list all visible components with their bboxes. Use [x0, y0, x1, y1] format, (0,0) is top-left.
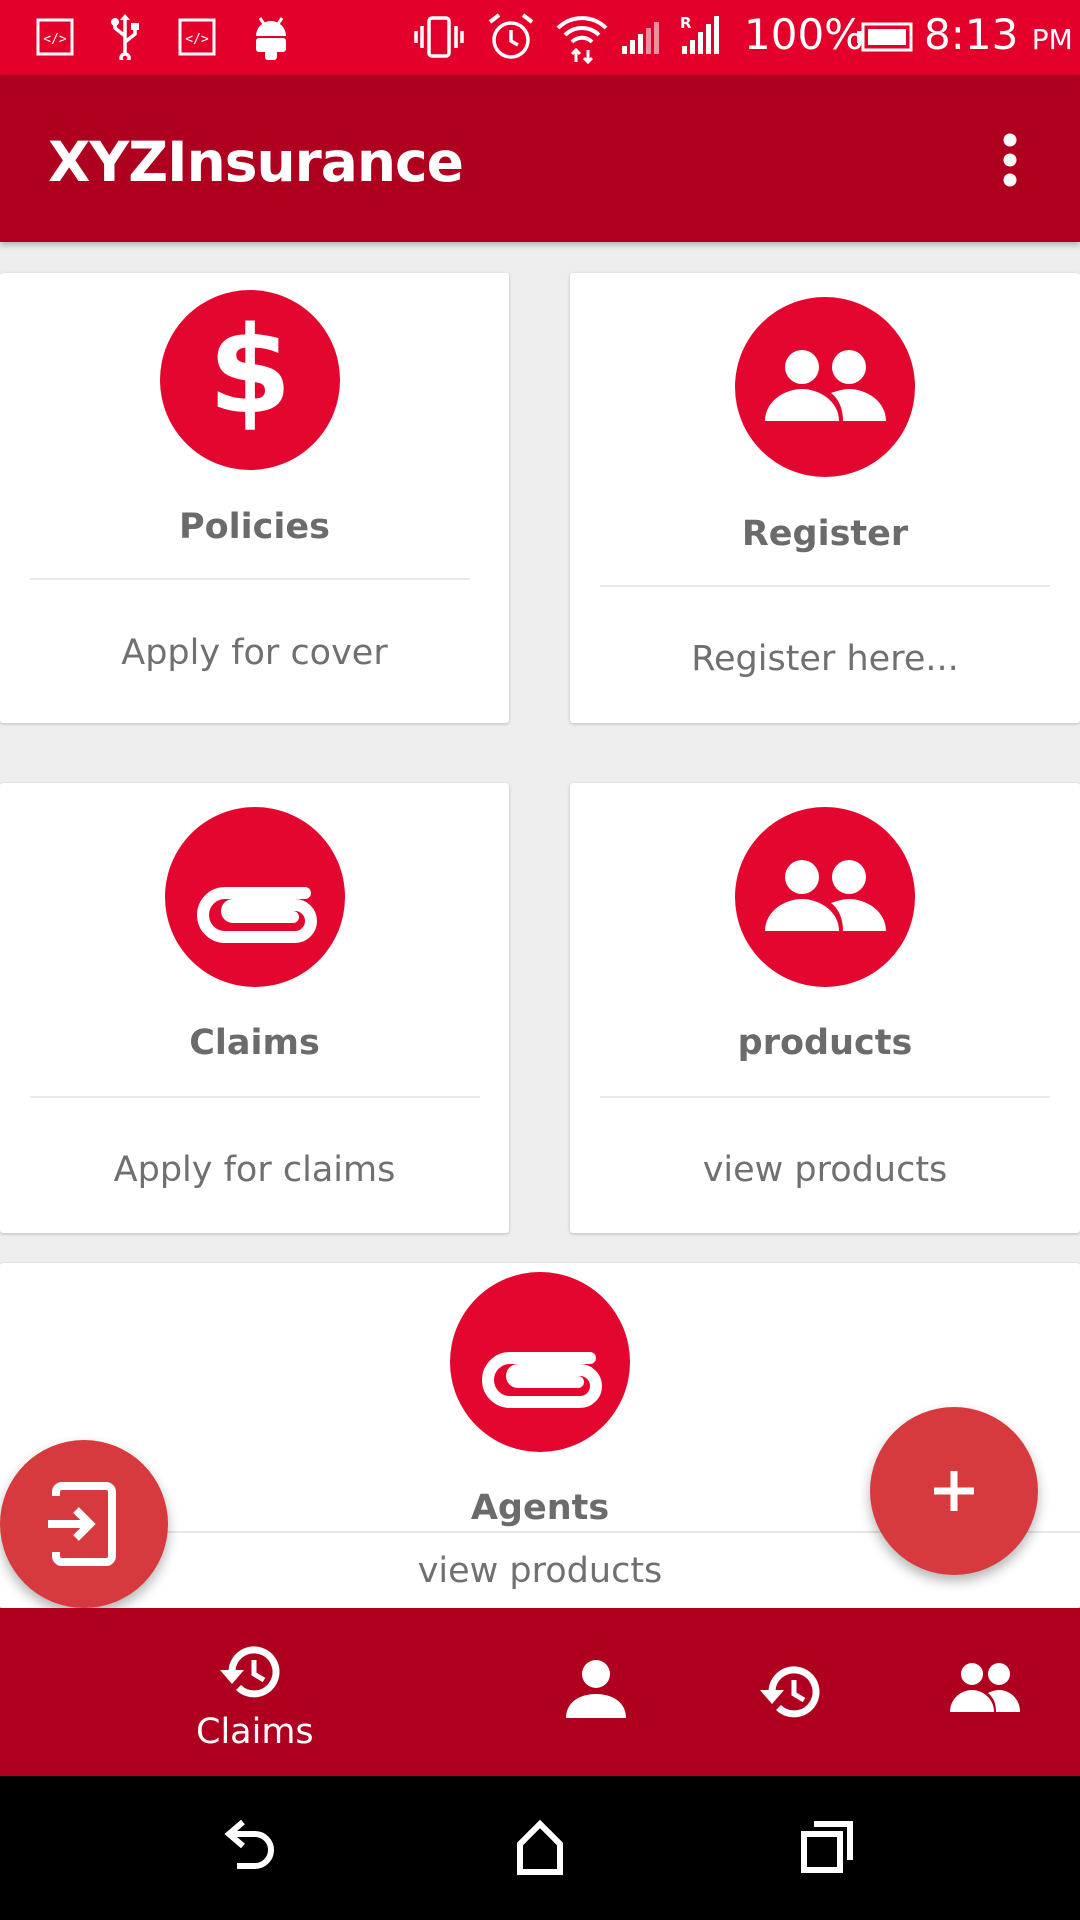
recents-icon [801, 1821, 853, 1873]
svg-text:</>: </> [43, 32, 67, 47]
system-nav-bar [0, 1776, 1080, 1920]
usb-icon [111, 14, 139, 60]
clock-time: 8:13 [924, 10, 1019, 59]
status-bar: </> </> R 100% 8:13 PM [0, 0, 1080, 75]
dollar-icon: $ [208, 302, 292, 441]
clock-ampm: PM [1031, 23, 1073, 56]
nav-item-history[interactable] [730, 1608, 850, 1776]
people-icon [765, 350, 886, 421]
back-icon [224, 1819, 274, 1869]
policies-card[interactable]: $ Policies Apply for cover [0, 273, 509, 723]
developer-mode-icon: </> [178, 18, 216, 56]
agents-icon-circle [450, 1272, 630, 1452]
card-title: Policies [178, 507, 330, 547]
exit-to-app-icon [48, 1482, 116, 1566]
person-icon [566, 1660, 626, 1718]
screen: </> </> R 100% 8:13 PM XYZInsurance $ Po… [0, 0, 1080, 1920]
paperclip-icon [197, 887, 317, 943]
more-vert-icon[interactable] [990, 130, 1030, 190]
signal-icon [622, 22, 659, 54]
svg-text:$: $ [208, 302, 292, 441]
add-icon [934, 1471, 974, 1511]
alarm-icon [488, 13, 534, 59]
register-icon-circle [735, 297, 915, 477]
app-title: XYZInsurance [48, 130, 464, 194]
card-subtitle: Register here... [691, 639, 959, 679]
card-subtitle: Apply for claims [113, 1150, 396, 1190]
card-title: Claims [189, 1023, 320, 1063]
back-button[interactable] [193, 1776, 313, 1920]
nav-label: Claims [196, 1712, 314, 1752]
policies-icon-circle: $ [160, 290, 340, 470]
card-title: Register [741, 514, 909, 554]
register-card[interactable]: Register Register here... [570, 273, 1080, 723]
products-card[interactable]: products view products [570, 783, 1080, 1233]
home-icon [517, 1819, 563, 1875]
card-subtitle: view products [702, 1150, 948, 1190]
app-bar: XYZInsurance [0, 75, 1080, 242]
home-button[interactable] [480, 1776, 600, 1920]
add-fab[interactable] [870, 1407, 1038, 1575]
battery-icon [857, 22, 913, 52]
clock: 8:13 PM [924, 10, 1073, 59]
history-icon [220, 1646, 280, 1698]
vibrate-icon [414, 16, 464, 58]
people-icon [950, 1663, 1020, 1712]
signal-roaming-icon: R [680, 14, 719, 54]
android-icon [256, 17, 286, 60]
history-icon [760, 1666, 820, 1718]
battery-percentage: 100% [744, 10, 865, 59]
card-title: products [737, 1023, 913, 1063]
claims-card[interactable]: Claims Apply for claims [0, 783, 509, 1233]
paperclip-icon [482, 1352, 602, 1408]
recents-button[interactable] [768, 1776, 888, 1920]
card-divider [600, 585, 1050, 587]
card-subtitle: Apply for cover [121, 633, 388, 673]
card-divider [30, 1096, 480, 1098]
bottom-nav: Claims [0, 1608, 1080, 1776]
people-icon [765, 860, 886, 931]
products-icon-circle [735, 807, 915, 987]
card-divider [600, 1096, 1050, 1098]
claims-icon-circle [165, 807, 345, 987]
card-divider [30, 578, 470, 580]
svg-text:</>: </> [185, 32, 209, 47]
wifi-icon [556, 16, 608, 64]
nav-item-agents[interactable] [930, 1608, 1050, 1776]
svg-text:R: R [680, 14, 692, 32]
developer-mode-icon: </> [36, 18, 74, 56]
nav-item-claims[interactable]: Claims [150, 1608, 350, 1776]
nav-item-profile[interactable] [540, 1608, 660, 1776]
logout-fab[interactable] [0, 1440, 168, 1608]
